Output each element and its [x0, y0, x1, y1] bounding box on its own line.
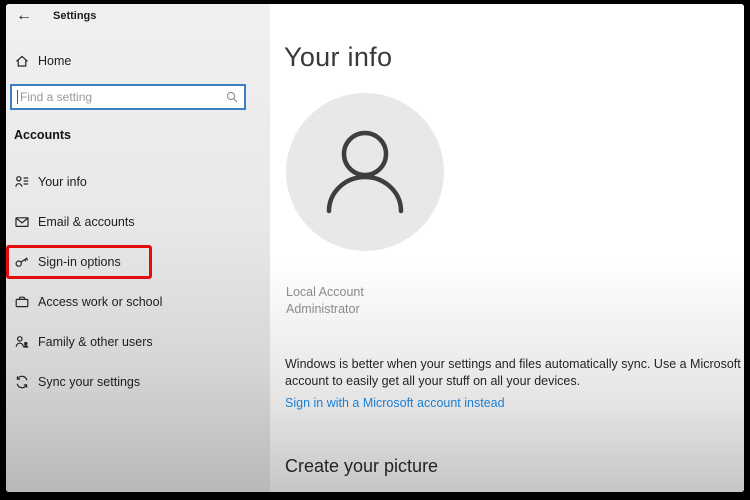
briefcase-icon: [14, 294, 30, 310]
sidebar-item-label: Sign-in options: [38, 255, 121, 269]
family-icon: [14, 334, 30, 350]
person-icon: [326, 130, 404, 214]
sidebar-item-label: Family & other users: [38, 335, 153, 349]
sidebar-nav: Your info Email & accounts Sign-in optio…: [6, 162, 270, 402]
sidebar-item-email-accounts[interactable]: Email & accounts: [6, 202, 270, 242]
account-avatar: [286, 93, 444, 251]
sidebar-item-family-other-users[interactable]: Family & other users: [6, 322, 270, 362]
your-info-icon: [14, 174, 30, 190]
page-title: Your info: [284, 42, 393, 72]
sidebar-item-label: Email & accounts: [38, 215, 135, 229]
sidebar-section-heading: Accounts: [14, 128, 71, 142]
sidebar-item-home[interactable]: Home: [6, 46, 264, 76]
sidebar-item-sync-settings[interactable]: Sync your settings: [6, 362, 270, 402]
sidebar-item-sign-in-options[interactable]: Sign-in options: [6, 242, 270, 282]
account-role: Administrator: [286, 302, 360, 316]
sidebar-item-your-info[interactable]: Your info: [6, 162, 270, 202]
back-icon[interactable]: ←: [14, 7, 34, 25]
titlebar: ← Settings: [14, 7, 96, 25]
sidebar-item-label: Home: [38, 54, 72, 68]
sidebar-item-label: Your info: [38, 175, 87, 189]
email-icon: [14, 214, 30, 230]
sync-description: Windows is better when your settings and…: [285, 357, 741, 388]
app-title: Settings: [53, 10, 97, 22]
sidebar-item-access-work-school[interactable]: Access work or school: [6, 282, 270, 322]
home-icon: [14, 53, 30, 69]
sidebar: ← Settings Home Accounts: [6, 4, 270, 492]
create-picture-heading: Create your picture: [285, 456, 439, 476]
search-box: [10, 84, 246, 110]
sync-icon: [14, 374, 30, 390]
key-icon: [14, 254, 30, 270]
search-input[interactable]: [20, 90, 223, 104]
main-content: Your info Local Account Administrator Wi…: [270, 4, 744, 492]
search-icon[interactable]: [225, 90, 239, 104]
sign-in-microsoft-link[interactable]: Sign in with a Microsoft account instead: [285, 396, 505, 410]
account-name: Local Account: [286, 285, 364, 299]
text-caret: [17, 90, 18, 104]
sidebar-item-label: Access work or school: [38, 295, 163, 309]
sidebar-item-label: Sync your settings: [38, 375, 141, 389]
settings-window: ← Settings Home Accounts: [6, 4, 744, 492]
